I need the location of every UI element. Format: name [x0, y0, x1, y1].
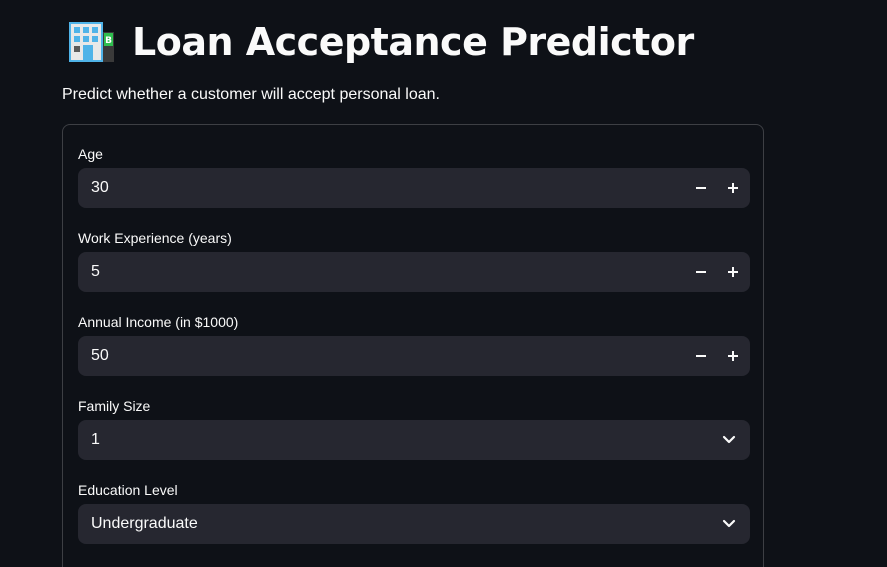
income-number-input[interactable]: 50	[78, 336, 750, 376]
education-label: Education Level	[78, 482, 178, 498]
experience-number-input[interactable]: 5	[78, 252, 750, 292]
app-page: B Loan Acceptance Predictor Predict whet…	[0, 0, 887, 567]
age-value[interactable]: 30	[91, 168, 109, 208]
plus-icon	[728, 267, 738, 277]
minus-icon	[696, 187, 706, 189]
bank-building-icon: B	[66, 20, 116, 64]
title-row: B Loan Acceptance Predictor	[66, 14, 694, 70]
loan-form: Age 30 Work Experience (years) 5 Annual …	[62, 124, 764, 567]
svg-text:B: B	[105, 36, 112, 46]
education-select[interactable]: Undergraduate	[78, 504, 750, 544]
experience-label: Work Experience (years)	[78, 230, 232, 246]
age-number-input[interactable]: 30	[78, 168, 750, 208]
income-label: Annual Income (in $1000)	[78, 314, 239, 330]
income-increment-button[interactable]	[717, 336, 749, 376]
minus-icon	[696, 271, 706, 273]
plus-icon	[728, 183, 738, 193]
chevron-down-icon[interactable]	[716, 504, 742, 544]
experience-decrement-button[interactable]	[685, 252, 717, 292]
page-subtitle: Predict whether a customer will accept p…	[62, 86, 440, 103]
age-increment-button[interactable]	[717, 168, 749, 208]
chevron-down-icon[interactable]	[716, 420, 742, 460]
experience-value[interactable]: 5	[91, 252, 100, 292]
family-size-select[interactable]: 1	[78, 420, 750, 460]
page-title: Loan Acceptance Predictor	[132, 20, 694, 64]
experience-increment-button[interactable]	[717, 252, 749, 292]
education-value[interactable]: Undergraduate	[91, 504, 198, 544]
age-decrement-button[interactable]	[685, 168, 717, 208]
family-size-label: Family Size	[78, 398, 151, 414]
minus-icon	[696, 355, 706, 357]
age-label: Age	[78, 146, 103, 162]
family-size-value[interactable]: 1	[91, 420, 100, 460]
income-decrement-button[interactable]	[685, 336, 717, 376]
plus-icon	[728, 351, 738, 361]
income-value[interactable]: 50	[91, 336, 109, 376]
